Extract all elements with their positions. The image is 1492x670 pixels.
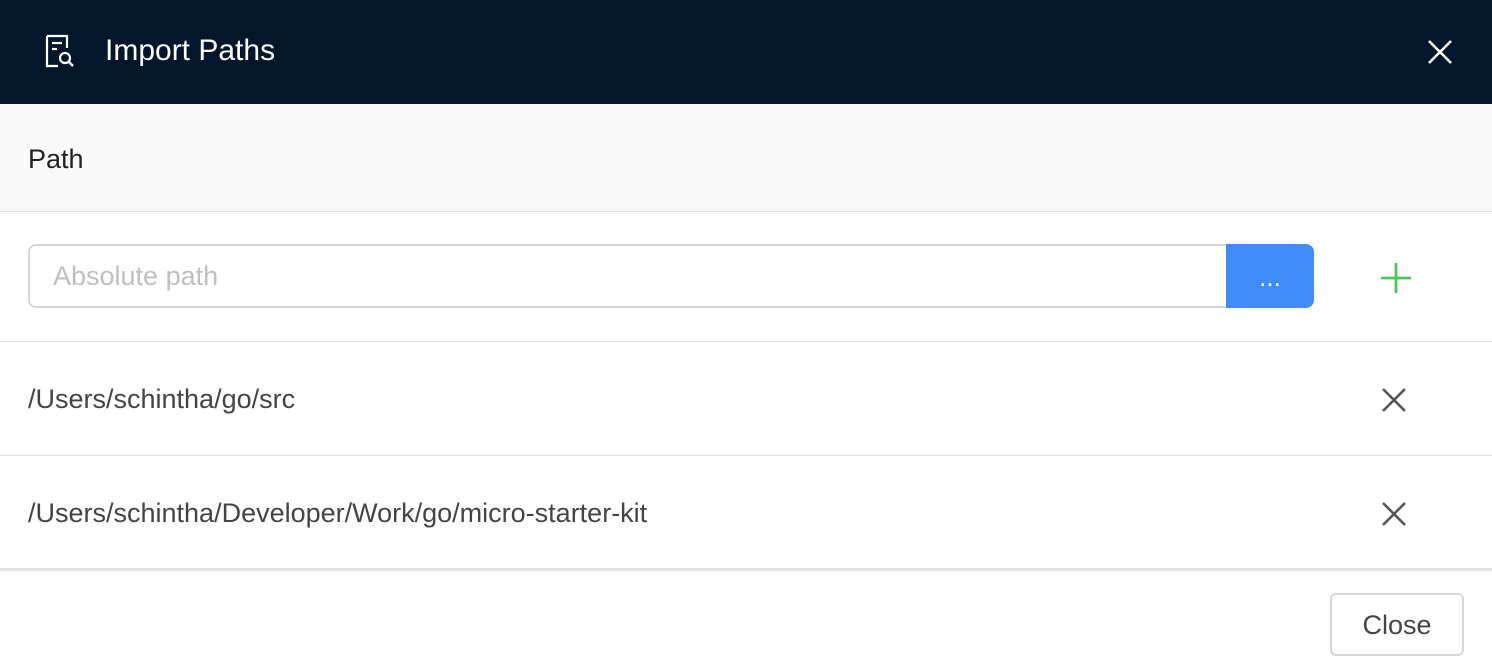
path-input[interactable] [28, 244, 1226, 308]
path-value: /Users/schintha/Developer/Work/go/micro-… [28, 498, 648, 528]
remove-icon[interactable] [1376, 382, 1412, 418]
close-icon[interactable] [1420, 32, 1460, 72]
import-paths-dialog: Import Paths Path ... /Users/schintha/go… [0, 0, 1492, 670]
add-path-row: ... [0, 212, 1492, 342]
close-button[interactable]: Close [1330, 593, 1464, 656]
dialog-title: Import Paths [105, 34, 276, 67]
table-row: /Users/schintha/go/src [0, 342, 1492, 456]
dialog-header: Import Paths [0, 0, 1492, 104]
plus-icon[interactable] [1376, 258, 1416, 298]
table-row: /Users/schintha/Developer/Work/go/micro-… [0, 456, 1492, 571]
path-value: /Users/schintha/go/src [28, 384, 296, 414]
browse-button[interactable]: ... [1226, 244, 1314, 308]
column-header-path: Path [28, 144, 84, 174]
remove-icon[interactable] [1376, 496, 1412, 532]
file-search-icon [45, 34, 74, 68]
table-column-header: Path [0, 104, 1492, 212]
